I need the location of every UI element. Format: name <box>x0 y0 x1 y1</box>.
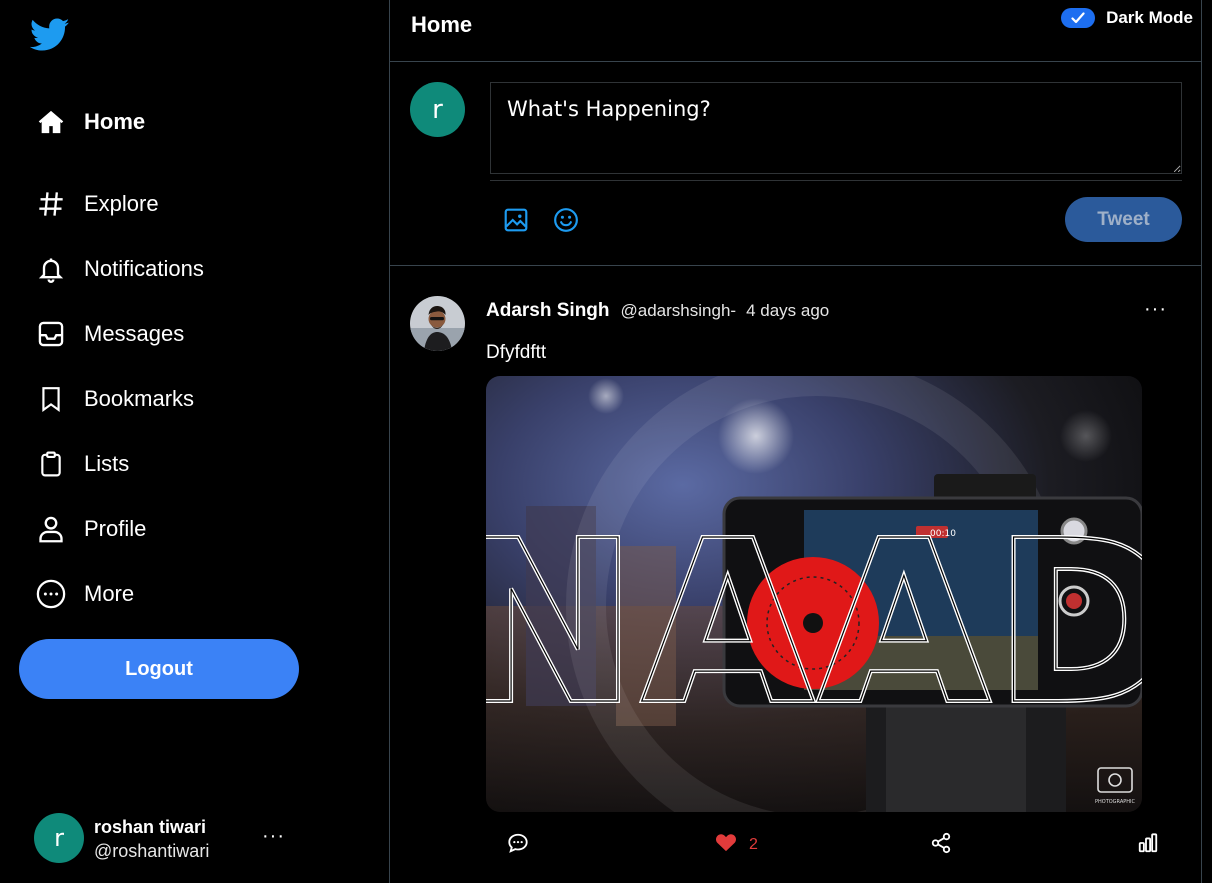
twitter-bird-icon[interactable] <box>29 18 70 54</box>
sidebar-item-label: Lists <box>84 451 130 476</box>
dark-mode-label: Dark Mode <box>1106 8 1193 27</box>
checkbox-checked-icon[interactable] <box>1061 8 1096 28</box>
main-feed: Home Dark Mode r Tweet <box>389 0 1202 883</box>
post-more-icon[interactable]: ··· <box>1144 298 1167 321</box>
like-button[interactable]: 2 <box>715 832 758 857</box>
bell-icon <box>36 254 66 284</box>
sidebar-item-label: Messages <box>84 321 185 346</box>
sidebar-item-more[interactable]: More <box>36 574 134 614</box>
tweet-header: Adarsh Singh @adarshsingh- 4 days ago <box>486 300 829 322</box>
logout-button[interactable]: Logout <box>19 639 299 699</box>
media-title-inner: NAAD <box>486 493 1142 755</box>
sidebar: Home Explore Notifications Messages Book… <box>0 0 389 883</box>
sidebar-item-explore[interactable]: Explore <box>36 184 159 224</box>
sidebar-item-label: Bookmarks <box>84 386 195 411</box>
tweet-button[interactable]: Tweet <box>1065 197 1182 242</box>
feed-header: Home Dark Mode <box>390 0 1202 62</box>
sidebar-item-label: Home <box>84 109 146 134</box>
current-user-card[interactable]: r roshan tiwari @roshantiwari ··· <box>34 813 354 865</box>
tweet-post: Adarsh Singh @adarshsingh- 4 days ago ··… <box>390 266 1202 883</box>
author-handle[interactable]: @adarshsingh- <box>621 301 737 321</box>
sidebar-item-label: More <box>84 581 135 606</box>
user-more-icon[interactable]: ··· <box>262 825 285 848</box>
media-timestamp: 00:10 <box>930 529 956 539</box>
media-watermark: PHOTOGRAPHIC <box>1095 799 1136 805</box>
more-circle-icon <box>36 579 66 609</box>
image-icon[interactable] <box>503 207 529 233</box>
sidebar-item-label: Explore <box>84 191 159 216</box>
sidebar-item-profile[interactable]: Profile <box>36 509 146 549</box>
dark-mode-toggle[interactable]: Dark Mode <box>1061 8 1193 28</box>
hashtag-icon <box>36 189 66 219</box>
like-count: 2 <box>749 835 758 853</box>
author-name[interactable]: Adarsh Singh <box>486 300 610 322</box>
avatar: r <box>410 82 465 137</box>
sidebar-item-notifications[interactable]: Notifications <box>36 249 204 289</box>
tweet-time: 4 days ago <box>746 301 830 320</box>
inbox-icon <box>36 319 66 349</box>
avatar: r <box>34 813 84 863</box>
sidebar-item-label: Notifications <box>84 256 204 281</box>
sidebar-item-messages[interactable]: Messages <box>36 314 184 354</box>
tweet-composer: r Tweet <box>390 62 1202 266</box>
sidebar-item-label: Profile <box>84 516 147 541</box>
tweet-input[interactable] <box>490 82 1182 174</box>
sidebar-item-home[interactable]: Home <box>36 102 145 142</box>
heart-icon <box>715 832 737 857</box>
clipboard-icon <box>36 449 66 479</box>
avatar[interactable] <box>410 296 465 351</box>
tweet-text: Dfyfdftt <box>486 342 547 363</box>
analytics-icon[interactable] <box>1137 832 1159 854</box>
home-icon <box>36 107 66 137</box>
user-icon <box>36 514 66 544</box>
user-name: roshan tiwari <box>94 817 207 837</box>
emoji-icon[interactable] <box>553 207 579 233</box>
tweet-actions: 2 <box>390 832 1202 862</box>
reply-icon[interactable] <box>507 832 529 854</box>
tweet-image[interactable]: NAAD NAAD 00:10 PHOTOGRAPHIC <box>486 376 1142 812</box>
share-icon[interactable] <box>930 832 952 854</box>
composer-divider <box>490 180 1182 181</box>
user-handle: @roshantiwari <box>94 841 210 861</box>
bookmark-icon <box>36 384 66 414</box>
sidebar-item-bookmarks[interactable]: Bookmarks <box>36 379 194 419</box>
page-title: Home <box>411 12 473 37</box>
sidebar-item-lists[interactable]: Lists <box>36 444 129 484</box>
